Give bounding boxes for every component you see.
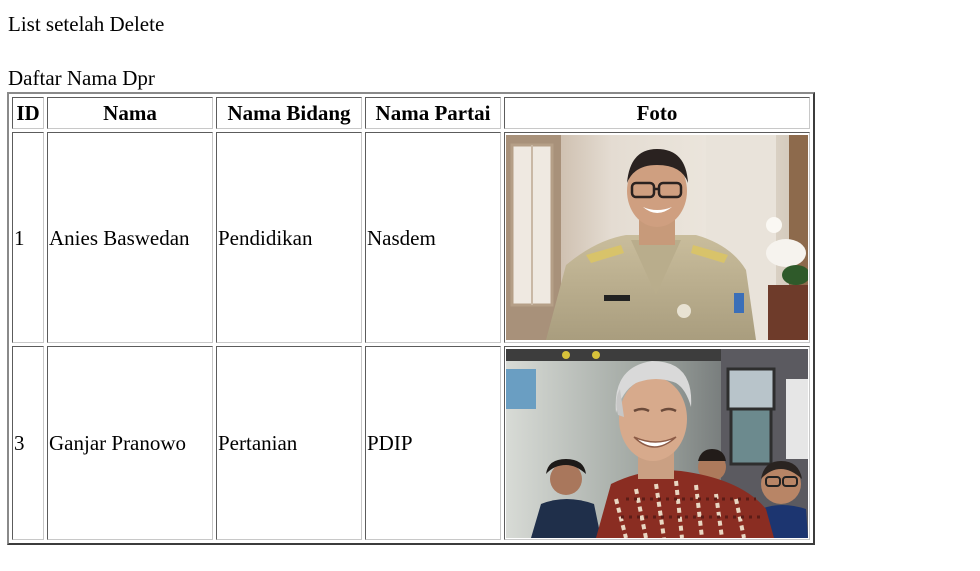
cell-nama-partai: PDIP [365, 346, 501, 540]
cell-nama: Ganjar Pranowo [47, 346, 213, 540]
column-header-id: ID [12, 97, 44, 129]
cell-id: 3 [12, 346, 44, 540]
table-header-row: ID Nama Nama Bidang Nama Partai Foto [12, 97, 810, 129]
cell-nama-bidang: Pertanian [216, 346, 362, 540]
list-after-delete-heading: List setelah Delete [8, 12, 165, 36]
column-header-nama: Nama [47, 97, 213, 129]
column-header-nama-partai: Nama Partai [365, 97, 501, 129]
cell-nama-bidang: Pendidikan [216, 132, 362, 343]
cell-foto [504, 346, 810, 540]
cell-nama: Anies Baswedan [47, 132, 213, 343]
portrait-photo [506, 348, 808, 538]
cell-foto [504, 132, 810, 343]
column-header-foto: Foto [504, 97, 810, 129]
cell-id: 1 [12, 132, 44, 343]
table-row: 3 Ganjar Pranowo Pertanian PDIP [12, 346, 810, 540]
table-row: 1 Anies Baswedan Pendidikan Nasdem [12, 132, 810, 343]
cell-nama-partai: Nasdem [365, 132, 501, 343]
dpr-table: ID Nama Nama Bidang Nama Partai Foto 1 A… [7, 92, 815, 545]
column-header-nama-bidang: Nama Bidang [216, 97, 362, 129]
table-caption: Daftar Nama Dpr [8, 66, 155, 90]
portrait-photo [506, 135, 808, 340]
